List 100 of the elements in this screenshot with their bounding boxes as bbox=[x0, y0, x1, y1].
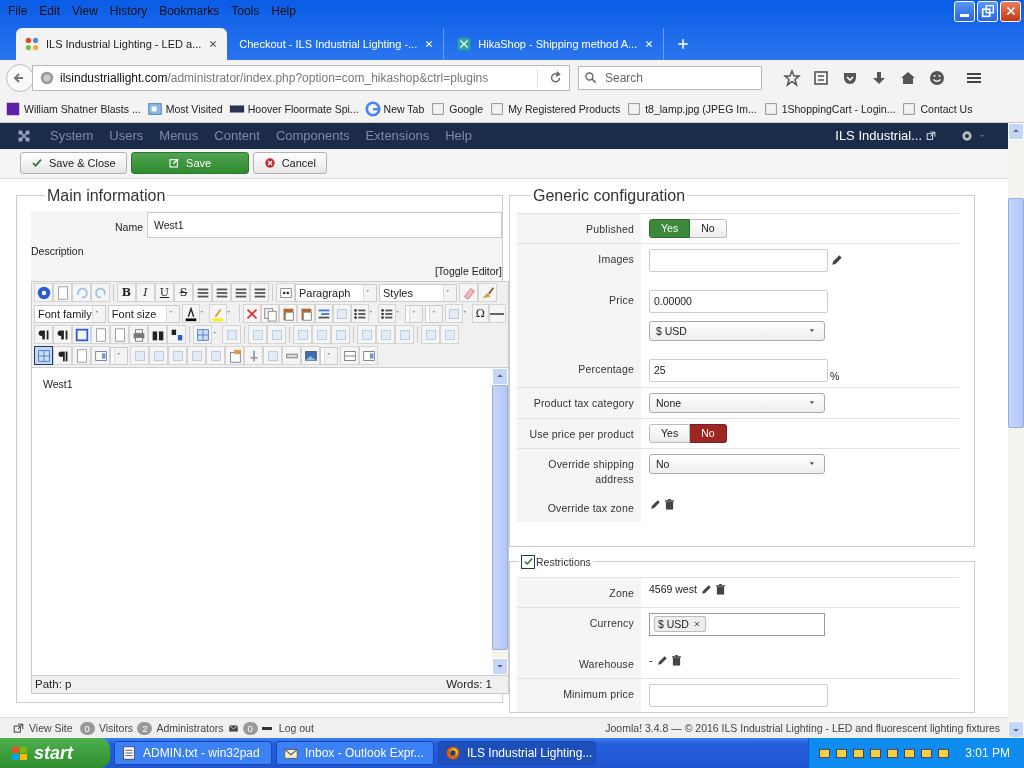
special-character-button[interactable]: Ω bbox=[471, 304, 489, 324]
toolbar-button[interactable] bbox=[53, 325, 72, 345]
menu-item[interactable]: History bbox=[103, 4, 154, 18]
underline-button[interactable]: U bbox=[155, 283, 174, 303]
checkbox[interactable] bbox=[521, 554, 535, 569]
editor-text: West1 bbox=[42, 376, 74, 392]
scroll-down-button[interactable] bbox=[492, 657, 508, 675]
address-bar[interactable]: ilsindustriallight.com/administrator/index.php?option=com_hikashop&ctrl=plugins bbox=[32, 65, 570, 92]
toggle-editor-link[interactable]: [Toggle Editor] bbox=[434, 264, 502, 277]
edit-button[interactable] bbox=[699, 582, 713, 596]
admin-menu-item[interactable]: Components bbox=[267, 128, 358, 144]
taskbar-item[interactable]: ILS Industrial Lighting... bbox=[438, 741, 596, 765]
search-field[interactable]: Search bbox=[578, 66, 762, 91]
windows-flag-icon bbox=[10, 744, 28, 762]
menu-item[interactable]: Tools bbox=[225, 4, 266, 18]
visual-aid-button[interactable] bbox=[34, 346, 53, 366]
bookmark-item[interactable]: Contact Us bbox=[898, 101, 976, 118]
toolbar-button[interactable] bbox=[34, 325, 53, 345]
toolbar-button[interactable] bbox=[377, 304, 396, 324]
bookmark-item[interactable]: 1ShoppingCart - Login... bbox=[759, 101, 899, 118]
view-site-link[interactable]: View Site bbox=[10, 722, 76, 734]
cancel-button[interactable]: Cancel bbox=[252, 152, 327, 175]
bookmark-item[interactable]: Most Visited bbox=[143, 101, 226, 118]
plus-icon bbox=[676, 37, 691, 51]
admin-menu-item[interactable]: Menus bbox=[151, 128, 207, 144]
bookmark-item[interactable]: New Tab bbox=[361, 101, 428, 118]
toolbar-button[interactable] bbox=[148, 325, 167, 345]
section-title: Generic configuration bbox=[532, 186, 687, 205]
pencil-icon bbox=[699, 582, 713, 596]
select-field[interactable]: None bbox=[649, 392, 825, 413]
save-button[interactable]: Save bbox=[130, 152, 249, 175]
italic-button[interactable]: I bbox=[136, 283, 155, 303]
minimize-button[interactable] bbox=[954, 0, 975, 22]
input-field[interactable] bbox=[649, 683, 828, 707]
menu-item[interactable]: Help bbox=[265, 4, 302, 18]
input-field[interactable]: 25 bbox=[649, 358, 828, 382]
input-field[interactable] bbox=[649, 248, 828, 272]
editor-select[interactable]: Font family bbox=[34, 304, 106, 323]
toggle-option[interactable]: Yes bbox=[649, 218, 691, 238]
close-button[interactable] bbox=[1000, 0, 1021, 22]
delete-button[interactable] bbox=[669, 653, 683, 667]
bookmark-item[interactable]: My Registered Products bbox=[486, 101, 624, 118]
admin-menu-item[interactable]: Users bbox=[101, 128, 152, 144]
scrollbar-thumb[interactable] bbox=[1008, 197, 1024, 428]
logout-link[interactable]: Log out bbox=[275, 722, 317, 734]
field-label: Zone bbox=[517, 577, 641, 607]
edit-button[interactable] bbox=[655, 653, 669, 667]
toggle-option[interactable]: Yes bbox=[649, 423, 691, 443]
admin-menu-item[interactable]: System bbox=[42, 128, 102, 144]
bookmark-item[interactable]: Hoover Floormate Spi... bbox=[225, 101, 362, 118]
administrators-label: Administrators bbox=[156, 722, 224, 734]
browser-tab[interactable]: ILS Industrial Lighting - LED a... bbox=[16, 28, 228, 60]
toolbar-button[interactable] bbox=[53, 346, 72, 366]
select-field[interactable]: $ USD bbox=[649, 320, 825, 341]
toolbar-button[interactable] bbox=[167, 325, 186, 345]
menu-item[interactable]: Edit bbox=[33, 4, 67, 18]
admin-menu-item[interactable]: Extensions bbox=[357, 128, 438, 144]
admin-menu-item[interactable]: Content bbox=[206, 128, 268, 144]
restore-button[interactable] bbox=[977, 0, 998, 22]
folder-icon bbox=[146, 101, 163, 118]
delete-button[interactable] bbox=[663, 497, 676, 511]
input-field[interactable]: 0.00000 bbox=[649, 289, 828, 313]
editor-select[interactable]: Font size bbox=[107, 304, 180, 323]
toolbar-button[interactable] bbox=[250, 283, 269, 303]
bookmark-item[interactable]: t8_lamp.jpg (JPEG Im... bbox=[623, 101, 760, 118]
toggle-option[interactable]: No bbox=[690, 218, 727, 238]
delete-button[interactable] bbox=[713, 582, 727, 596]
star-icon bbox=[783, 69, 801, 88]
taskbar-item[interactable]: Inbox - Outlook Expr... bbox=[276, 741, 434, 765]
page-icon bbox=[430, 101, 447, 118]
visitors-label: Visitors bbox=[98, 722, 134, 734]
scroll-down-button[interactable] bbox=[1008, 721, 1024, 738]
table-icon bbox=[35, 347, 52, 364]
field-value: - bbox=[649, 654, 653, 667]
mail-icon bbox=[227, 722, 239, 734]
edit-button[interactable] bbox=[649, 497, 662, 511]
bold-button[interactable]: B bbox=[117, 283, 136, 303]
editor-select[interactable]: Paragraph bbox=[295, 283, 377, 302]
toolbar-button[interactable] bbox=[231, 283, 250, 303]
taskbar-item[interactable]: ADMIN.txt - win32pad bbox=[114, 741, 272, 765]
select-field[interactable]: No bbox=[649, 453, 825, 474]
tag-field[interactable]: $ USD bbox=[649, 612, 825, 636]
back-button[interactable] bbox=[6, 64, 34, 93]
toggle-option[interactable]: No bbox=[690, 423, 727, 443]
menu-item[interactable]: View bbox=[66, 4, 104, 18]
admin-menu-item[interactable]: Help bbox=[437, 128, 480, 144]
bookmark-item[interactable]: William Shatner Blasts ... bbox=[2, 101, 144, 118]
strikethrough-button[interactable]: S bbox=[174, 283, 193, 303]
name-field[interactable]: West1 bbox=[147, 211, 502, 238]
field-label: Override shipping address bbox=[517, 448, 641, 493]
external-link-icon bbox=[926, 130, 936, 141]
field-label: Published bbox=[517, 213, 641, 243]
editor-select[interactable]: Styles bbox=[379, 283, 457, 302]
toolbar-button[interactable] bbox=[193, 283, 212, 303]
toolbar-button[interactable] bbox=[212, 283, 231, 303]
bookmark-item[interactable]: Google bbox=[427, 101, 487, 118]
menu-item[interactable]: Bookmarks bbox=[153, 4, 226, 18]
save-close-button[interactable]: Save & Close bbox=[20, 152, 127, 175]
toolbar-button[interactable] bbox=[181, 304, 200, 324]
site-link[interactable]: ILS Industrial... bbox=[823, 128, 948, 144]
